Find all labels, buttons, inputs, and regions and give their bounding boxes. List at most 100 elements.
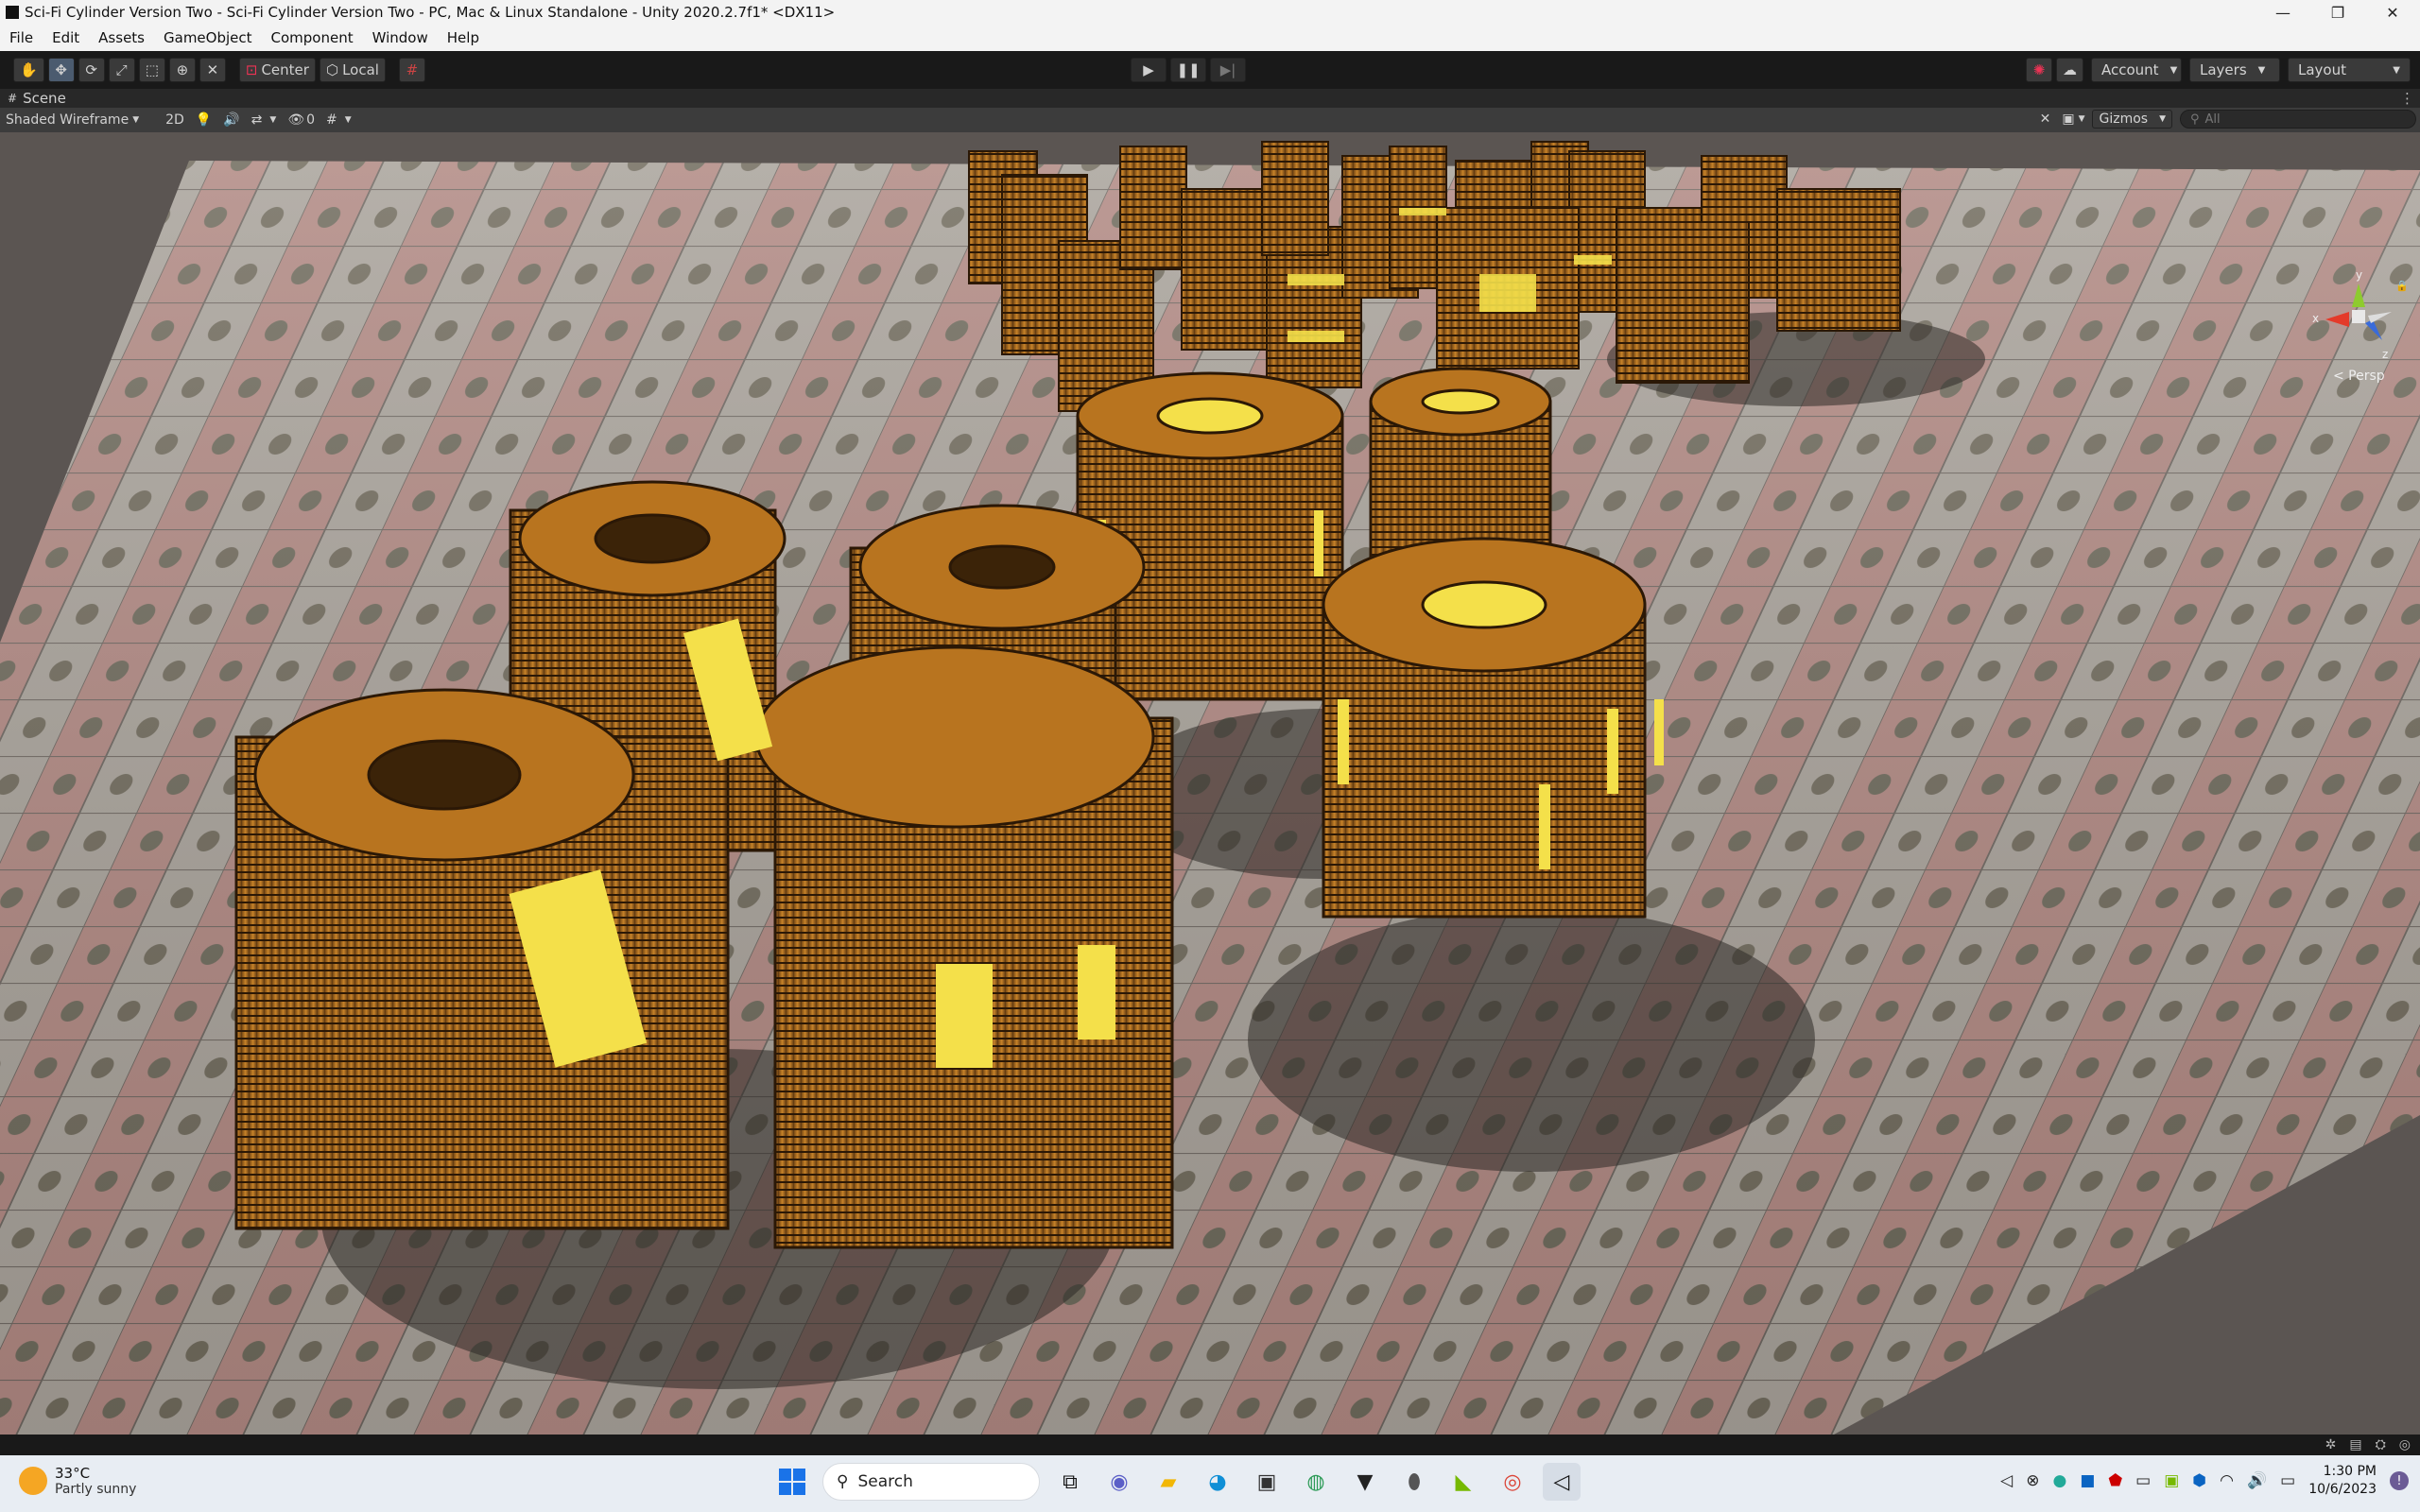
layers-label: Layers — [2200, 61, 2247, 78]
orientation-gizmo[interactable]: y x z < Persp 🔒 — [2312, 268, 2409, 387]
audio-toggle[interactable]: 🔊 — [217, 112, 245, 128]
grid-icon: # — [326, 112, 337, 128]
step-button[interactable]: ▶| — [1210, 58, 1246, 82]
menu-assets[interactable]: Assets — [89, 29, 154, 46]
chevron-down-icon: ▼ — [2169, 64, 2178, 76]
outlook-icon[interactable]: ■ — [2080, 1471, 2095, 1490]
rect-tool-button[interactable]: ⬚ — [138, 58, 165, 82]
draw-mode-label: Shaded Wireframe — [6, 112, 130, 128]
unity-hub-icon[interactable]: ◁ — [2000, 1471, 2013, 1490]
auto-generate-icon[interactable]: ◎ — [2399, 1437, 2411, 1452]
gizmos-dropdown[interactable]: Gizmos ▼ — [2092, 110, 2172, 129]
scene-search-input[interactable]: ⚲ All — [2180, 110, 2416, 129]
teams-button[interactable]: ◉ — [1100, 1463, 1138, 1501]
draw-mode-dropdown[interactable]: Shaded Wireframe ▼ — [0, 112, 145, 128]
custom-tool-button[interactable]: ✕ — [199, 58, 226, 82]
pivot-center-toggle[interactable]: ⊡ Center — [238, 58, 316, 82]
nvidia-button[interactable]: ◣ — [1444, 1463, 1482, 1501]
shield-icon: ⬮ — [1408, 1469, 1421, 1494]
notification-icon[interactable]: ! — [2390, 1471, 2409, 1490]
2d-toggle[interactable]: 2D — [160, 112, 190, 128]
chevron-down-icon: ▼ — [2393, 64, 2400, 76]
defender-icon[interactable]: ⬢ — [2192, 1471, 2206, 1490]
collab-button[interactable]: ✺ — [2026, 58, 2052, 82]
scene-viewport[interactable]: y x z < Persp 🔒 — [0, 132, 2420, 1435]
account-dropdown[interactable]: Account ▼ — [2091, 58, 2182, 82]
scene-tab-label: Scene — [23, 90, 66, 107]
scene-tab-bar: # Scene ⋮ — [0, 89, 2420, 108]
menu-component[interactable]: Component — [262, 29, 363, 46]
play-button[interactable]: ▶ — [1131, 58, 1167, 82]
close-button[interactable]: ✕ — [2365, 4, 2420, 22]
task-view-icon: ⧉ — [1063, 1469, 1078, 1494]
effects-toggle[interactable]: ⇄ ▼ — [246, 112, 283, 128]
layout-label: Layout — [2298, 61, 2346, 78]
temperature-label: 33°C — [55, 1465, 91, 1482]
menu-gameobject[interactable]: GameObject — [154, 29, 262, 46]
time-label: 1:30 PM — [2323, 1464, 2377, 1479]
edge-button[interactable]: ◕ — [1199, 1463, 1236, 1501]
green-dot-icon[interactable]: ● — [2052, 1471, 2066, 1490]
battery-app-icon[interactable]: ▭ — [2135, 1471, 2151, 1490]
projection-toggle[interactable]: < Persp — [2333, 369, 2385, 384]
cache-icon[interactable]: ▤ — [2349, 1437, 2361, 1452]
wifi-icon[interactable]: ◠ — [2220, 1471, 2234, 1490]
layers-dropdown[interactable]: Layers ▼ — [2189, 58, 2280, 82]
globe-app-button[interactable]: ◍ — [1297, 1463, 1335, 1501]
menu-edit[interactable]: Edit — [43, 29, 89, 46]
progress-icon[interactable]: ⛭ — [2376, 1437, 2386, 1452]
folder-icon: ▰ — [1160, 1469, 1177, 1494]
lighting-toggle[interactable]: 💡 — [190, 112, 217, 128]
grid-toggle[interactable]: # ▼ — [320, 112, 357, 128]
store-button[interactable]: ▣ — [1248, 1463, 1286, 1501]
menu-help[interactable]: Help — [438, 29, 489, 46]
layout-dropdown[interactable]: Layout ▼ — [2288, 58, 2411, 82]
minimize-button[interactable]: — — [2256, 4, 2310, 22]
hidden-objects-toggle[interactable]: 👁 0 — [282, 112, 320, 128]
cloud-button[interactable]: ☁ — [2056, 58, 2083, 82]
grid-snap-button[interactable]: # — [398, 58, 425, 82]
axis-z-label: z — [2382, 348, 2389, 361]
account-label: Account — [2101, 61, 2159, 78]
alien-icon: ▼ — [1357, 1469, 1374, 1494]
lock-icon[interactable]: 🔒 — [2395, 280, 2409, 292]
globe-icon: ◍ — [1306, 1469, 1325, 1494]
file-explorer-button[interactable]: ▰ — [1150, 1463, 1187, 1501]
chevron-down-icon[interactable]: ▼ — [2079, 114, 2085, 124]
unity-app-button[interactable]: ◁ — [1543, 1463, 1581, 1501]
tools-icon[interactable]: ✕ — [2040, 112, 2051, 127]
scale-tool-button[interactable]: ⤢ — [108, 58, 135, 82]
main-toolbar: ✋ ✥ ⟳ ⤢ ⬚ ⊕ ✕ ⊡ Center ⬡ Local # ▶ ❚❚ ▶| ✺… — [0, 51, 2420, 89]
chrome-icon: ◎ — [1503, 1469, 1522, 1494]
nvidia-tray-icon[interactable]: ▣ — [2164, 1471, 2179, 1490]
transform-tool-button[interactable]: ⊕ — [168, 58, 196, 82]
clock[interactable]: 1:30 PM 10/6/2023 — [2308, 1463, 2377, 1499]
weather-widget[interactable]: 33°C Partly sunny — [19, 1465, 136, 1497]
antivirus-icon[interactable]: ⬟ — [2108, 1471, 2122, 1490]
menu-file[interactable]: File — [0, 29, 43, 46]
alien-app-button[interactable]: ▼ — [1346, 1463, 1384, 1501]
debug-icon[interactable]: ✲ — [2325, 1437, 2337, 1452]
menu-window[interactable]: Window — [363, 29, 438, 46]
power-icon[interactable]: ▭ — [2280, 1471, 2295, 1490]
hand-tool-button[interactable]: ✋ — [13, 58, 44, 82]
shield-app-button[interactable]: ⬮ — [1395, 1463, 1433, 1501]
xbox-icon[interactable]: ⊗ — [2026, 1471, 2039, 1490]
maximize-button[interactable]: ❐ — [2310, 4, 2365, 22]
task-view-button[interactable]: ⧉ — [1051, 1463, 1089, 1501]
camera-icon[interactable]: ▣ — [2062, 112, 2074, 127]
scene-icon: # — [8, 92, 18, 105]
tab-scene[interactable]: # Scene — [0, 90, 74, 107]
volume-icon[interactable]: 🔊 — [2247, 1471, 2267, 1490]
scene-toolbar: Shaded Wireframe ▼ 2D 💡 🔊 ⇄ ▼ 👁 0 # ▼ ✕ ▣ ▼ G… — [0, 108, 2420, 132]
rotate-tool-button[interactable]: ⟳ — [78, 58, 105, 82]
move-icon: ✥ — [55, 61, 67, 78]
pause-button[interactable]: ❚❚ — [1170, 58, 1206, 82]
pivot-local-toggle[interactable]: ⬡ Local — [319, 58, 386, 82]
tab-menu-icon[interactable]: ⋮ — [2400, 90, 2414, 107]
search-placeholder: All — [2204, 112, 2221, 127]
start-button[interactable] — [773, 1463, 811, 1501]
taskbar-search-input[interactable]: ⚲ Search — [822, 1463, 1040, 1501]
move-tool-button[interactable]: ✥ — [47, 58, 75, 82]
chrome-button[interactable]: ◎ — [1494, 1463, 1531, 1501]
